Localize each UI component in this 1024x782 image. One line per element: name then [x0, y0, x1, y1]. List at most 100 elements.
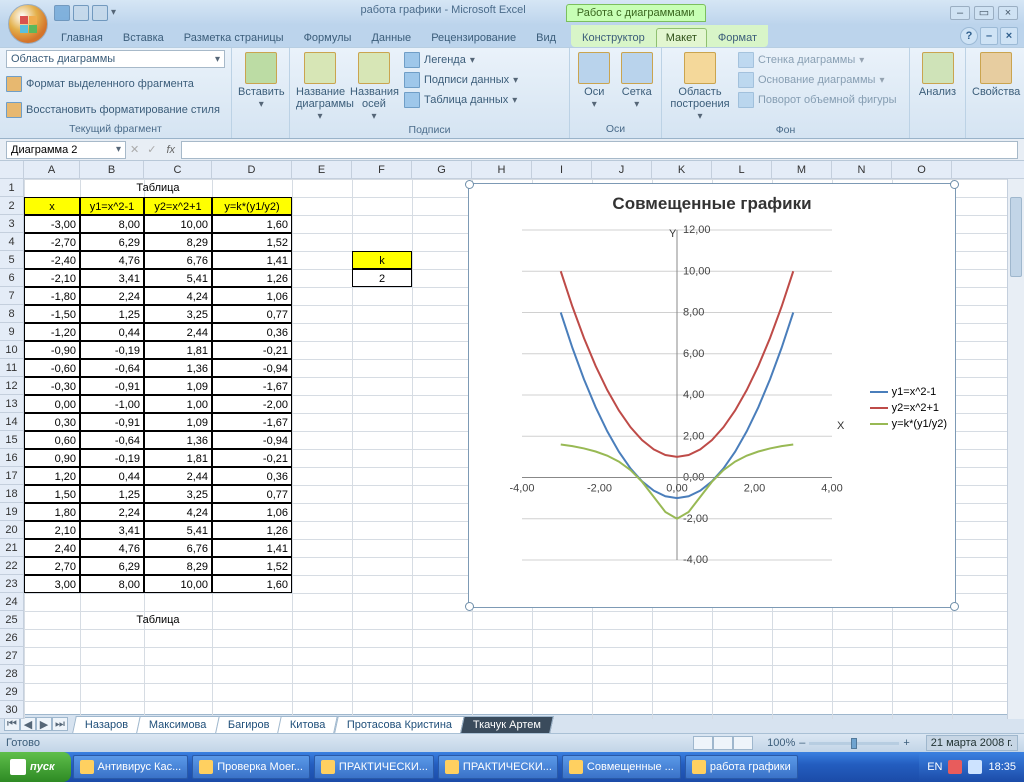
clock[interactable]: 18:35: [988, 761, 1016, 773]
row-headers[interactable]: 1234567891011121314151617181920212223242…: [0, 179, 24, 719]
cell[interactable]: -0,90: [24, 341, 80, 359]
cell[interactable]: 3,41: [80, 521, 144, 539]
cell[interactable]: 0,60: [24, 431, 80, 449]
data-labels-button[interactable]: Подписи данных ▾: [404, 70, 563, 90]
sheet-tab[interactable]: Протасова Кристина: [334, 716, 465, 733]
cell[interactable]: -0,19: [80, 341, 144, 359]
gridlines-button[interactable]: Сетка▾: [619, 50, 656, 110]
ribbon-minimize-icon[interactable]: –: [980, 27, 998, 45]
normal-view-button[interactable]: [693, 736, 713, 750]
sheet-tab[interactable]: Ткачук Артем: [460, 716, 554, 733]
cell[interactable]: 1,80: [24, 503, 80, 521]
tab-view[interactable]: Вид: [527, 29, 565, 47]
cell[interactable]: 8,00: [80, 215, 144, 233]
cell[interactable]: -1,20: [24, 323, 80, 341]
cell[interactable]: y2=x^2+1: [144, 197, 212, 215]
cell[interactable]: 1,81: [144, 449, 212, 467]
maximize-button[interactable]: ▭: [974, 6, 994, 20]
cell[interactable]: -0,60: [24, 359, 80, 377]
cell[interactable]: 1,36: [144, 359, 212, 377]
cell[interactable]: 0,36: [212, 467, 292, 485]
enter-icon[interactable]: ✓: [143, 143, 160, 156]
cell[interactable]: 8,29: [144, 233, 212, 251]
cell[interactable]: 0,30: [24, 413, 80, 431]
cell[interactable]: 1,41: [212, 539, 292, 557]
tab-pagelayout[interactable]: Разметка страницы: [175, 29, 293, 47]
tab-formulas[interactable]: Формулы: [295, 29, 361, 47]
office-button[interactable]: [8, 4, 48, 44]
sheet-nav-last-icon[interactable]: ⏭: [52, 717, 68, 731]
cells-grid[interactable]: Совмещенные графики -4,00-2,000,002,004,…: [24, 179, 1024, 719]
cell[interactable]: -1,67: [212, 377, 292, 395]
cell[interactable]: 4,24: [144, 503, 212, 521]
cell[interactable]: 0,77: [212, 485, 292, 503]
cell[interactable]: -0,94: [212, 359, 292, 377]
zoom-control[interactable]: 100% – +: [767, 737, 910, 749]
cell[interactable]: x: [24, 197, 80, 215]
tab-home[interactable]: Главная: [52, 29, 112, 47]
sheet-nav-next-icon[interactable]: ▶: [36, 717, 52, 731]
sheet-nav-first-icon[interactable]: ⏮: [4, 717, 20, 731]
cell[interactable]: -0,21: [212, 449, 292, 467]
cell[interactable]: 2,24: [80, 287, 144, 305]
cell[interactable]: 0,00: [24, 395, 80, 413]
taskbar-item[interactable]: ПРАКТИЧЕСКИ...: [314, 755, 434, 779]
tray-icon[interactable]: [968, 760, 982, 774]
taskbar-item[interactable]: Антивирус Кас...: [73, 755, 189, 779]
sheet-tab[interactable]: Китова: [277, 716, 338, 733]
tab-review[interactable]: Рецензирование: [422, 29, 525, 47]
cell[interactable]: 1,00: [144, 395, 212, 413]
cell[interactable]: 6,76: [144, 251, 212, 269]
axis-titles-button[interactable]: Названия осей▾: [350, 50, 398, 122]
cell[interactable]: -1,00: [80, 395, 144, 413]
close-button[interactable]: ×: [998, 6, 1018, 20]
cell[interactable]: 3,25: [144, 485, 212, 503]
help-icon[interactable]: ?: [960, 27, 978, 45]
cell[interactable]: -0,19: [80, 449, 144, 467]
cell[interactable]: -0,91: [80, 377, 144, 395]
legend-button[interactable]: Легенда ▾: [404, 50, 563, 70]
insert-button[interactable]: Вставить▾: [238, 50, 285, 110]
select-all-corner[interactable]: [0, 161, 24, 179]
cell[interactable]: 10,00: [144, 575, 212, 593]
cell[interactable]: Таблица: [24, 611, 292, 629]
chart-wall-button[interactable]: Стенка диаграммы ▾: [738, 50, 903, 70]
cancel-icon[interactable]: ✕: [126, 143, 143, 156]
cell[interactable]: 0,90: [24, 449, 80, 467]
properties-button[interactable]: Свойства: [972, 50, 1020, 98]
cell[interactable]: 6,29: [80, 233, 144, 251]
pagebreak-view-button[interactable]: [733, 736, 753, 750]
cell[interactable]: 5,41: [144, 521, 212, 539]
cell[interactable]: 1,81: [144, 341, 212, 359]
cell[interactable]: 4,24: [144, 287, 212, 305]
cell[interactable]: 1,06: [212, 287, 292, 305]
cell[interactable]: 6,76: [144, 539, 212, 557]
cell[interactable]: 0,36: [212, 323, 292, 341]
tab-constructor[interactable]: Конструктор: [573, 29, 654, 47]
cell[interactable]: -2,00: [212, 395, 292, 413]
tab-layout[interactable]: Макет: [656, 28, 707, 47]
cell[interactable]: y=k*(y1/y2): [212, 197, 292, 215]
undo-icon[interactable]: [73, 5, 89, 21]
zoom-out-icon[interactable]: –: [799, 737, 805, 749]
cell[interactable]: -0,64: [80, 359, 144, 377]
cell[interactable]: 2,40: [24, 539, 80, 557]
tab-format[interactable]: Формат: [709, 29, 766, 47]
cell[interactable]: 2,24: [80, 503, 144, 521]
axes-button[interactable]: Оси▾: [576, 50, 613, 110]
formula-input[interactable]: [181, 141, 1018, 159]
cell[interactable]: 8,00: [80, 575, 144, 593]
sheet-tab[interactable]: Багиров: [215, 716, 282, 733]
cell[interactable]: 3,00: [24, 575, 80, 593]
fx-icon[interactable]: fx: [166, 144, 175, 156]
cell[interactable]: 6,29: [80, 557, 144, 575]
cell[interactable]: -0,21: [212, 341, 292, 359]
cell[interactable]: 0,44: [80, 467, 144, 485]
cell[interactable]: 5,41: [144, 269, 212, 287]
redo-icon[interactable]: [92, 5, 108, 21]
format-selection-button[interactable]: Формат выделенного фрагмента: [6, 74, 225, 94]
cell[interactable]: 3,41: [80, 269, 144, 287]
chart-object[interactable]: Совмещенные графики -4,00-2,000,002,004,…: [468, 183, 956, 608]
sheet-nav-prev-icon[interactable]: ◀: [20, 717, 36, 731]
cell[interactable]: 1,25: [80, 485, 144, 503]
